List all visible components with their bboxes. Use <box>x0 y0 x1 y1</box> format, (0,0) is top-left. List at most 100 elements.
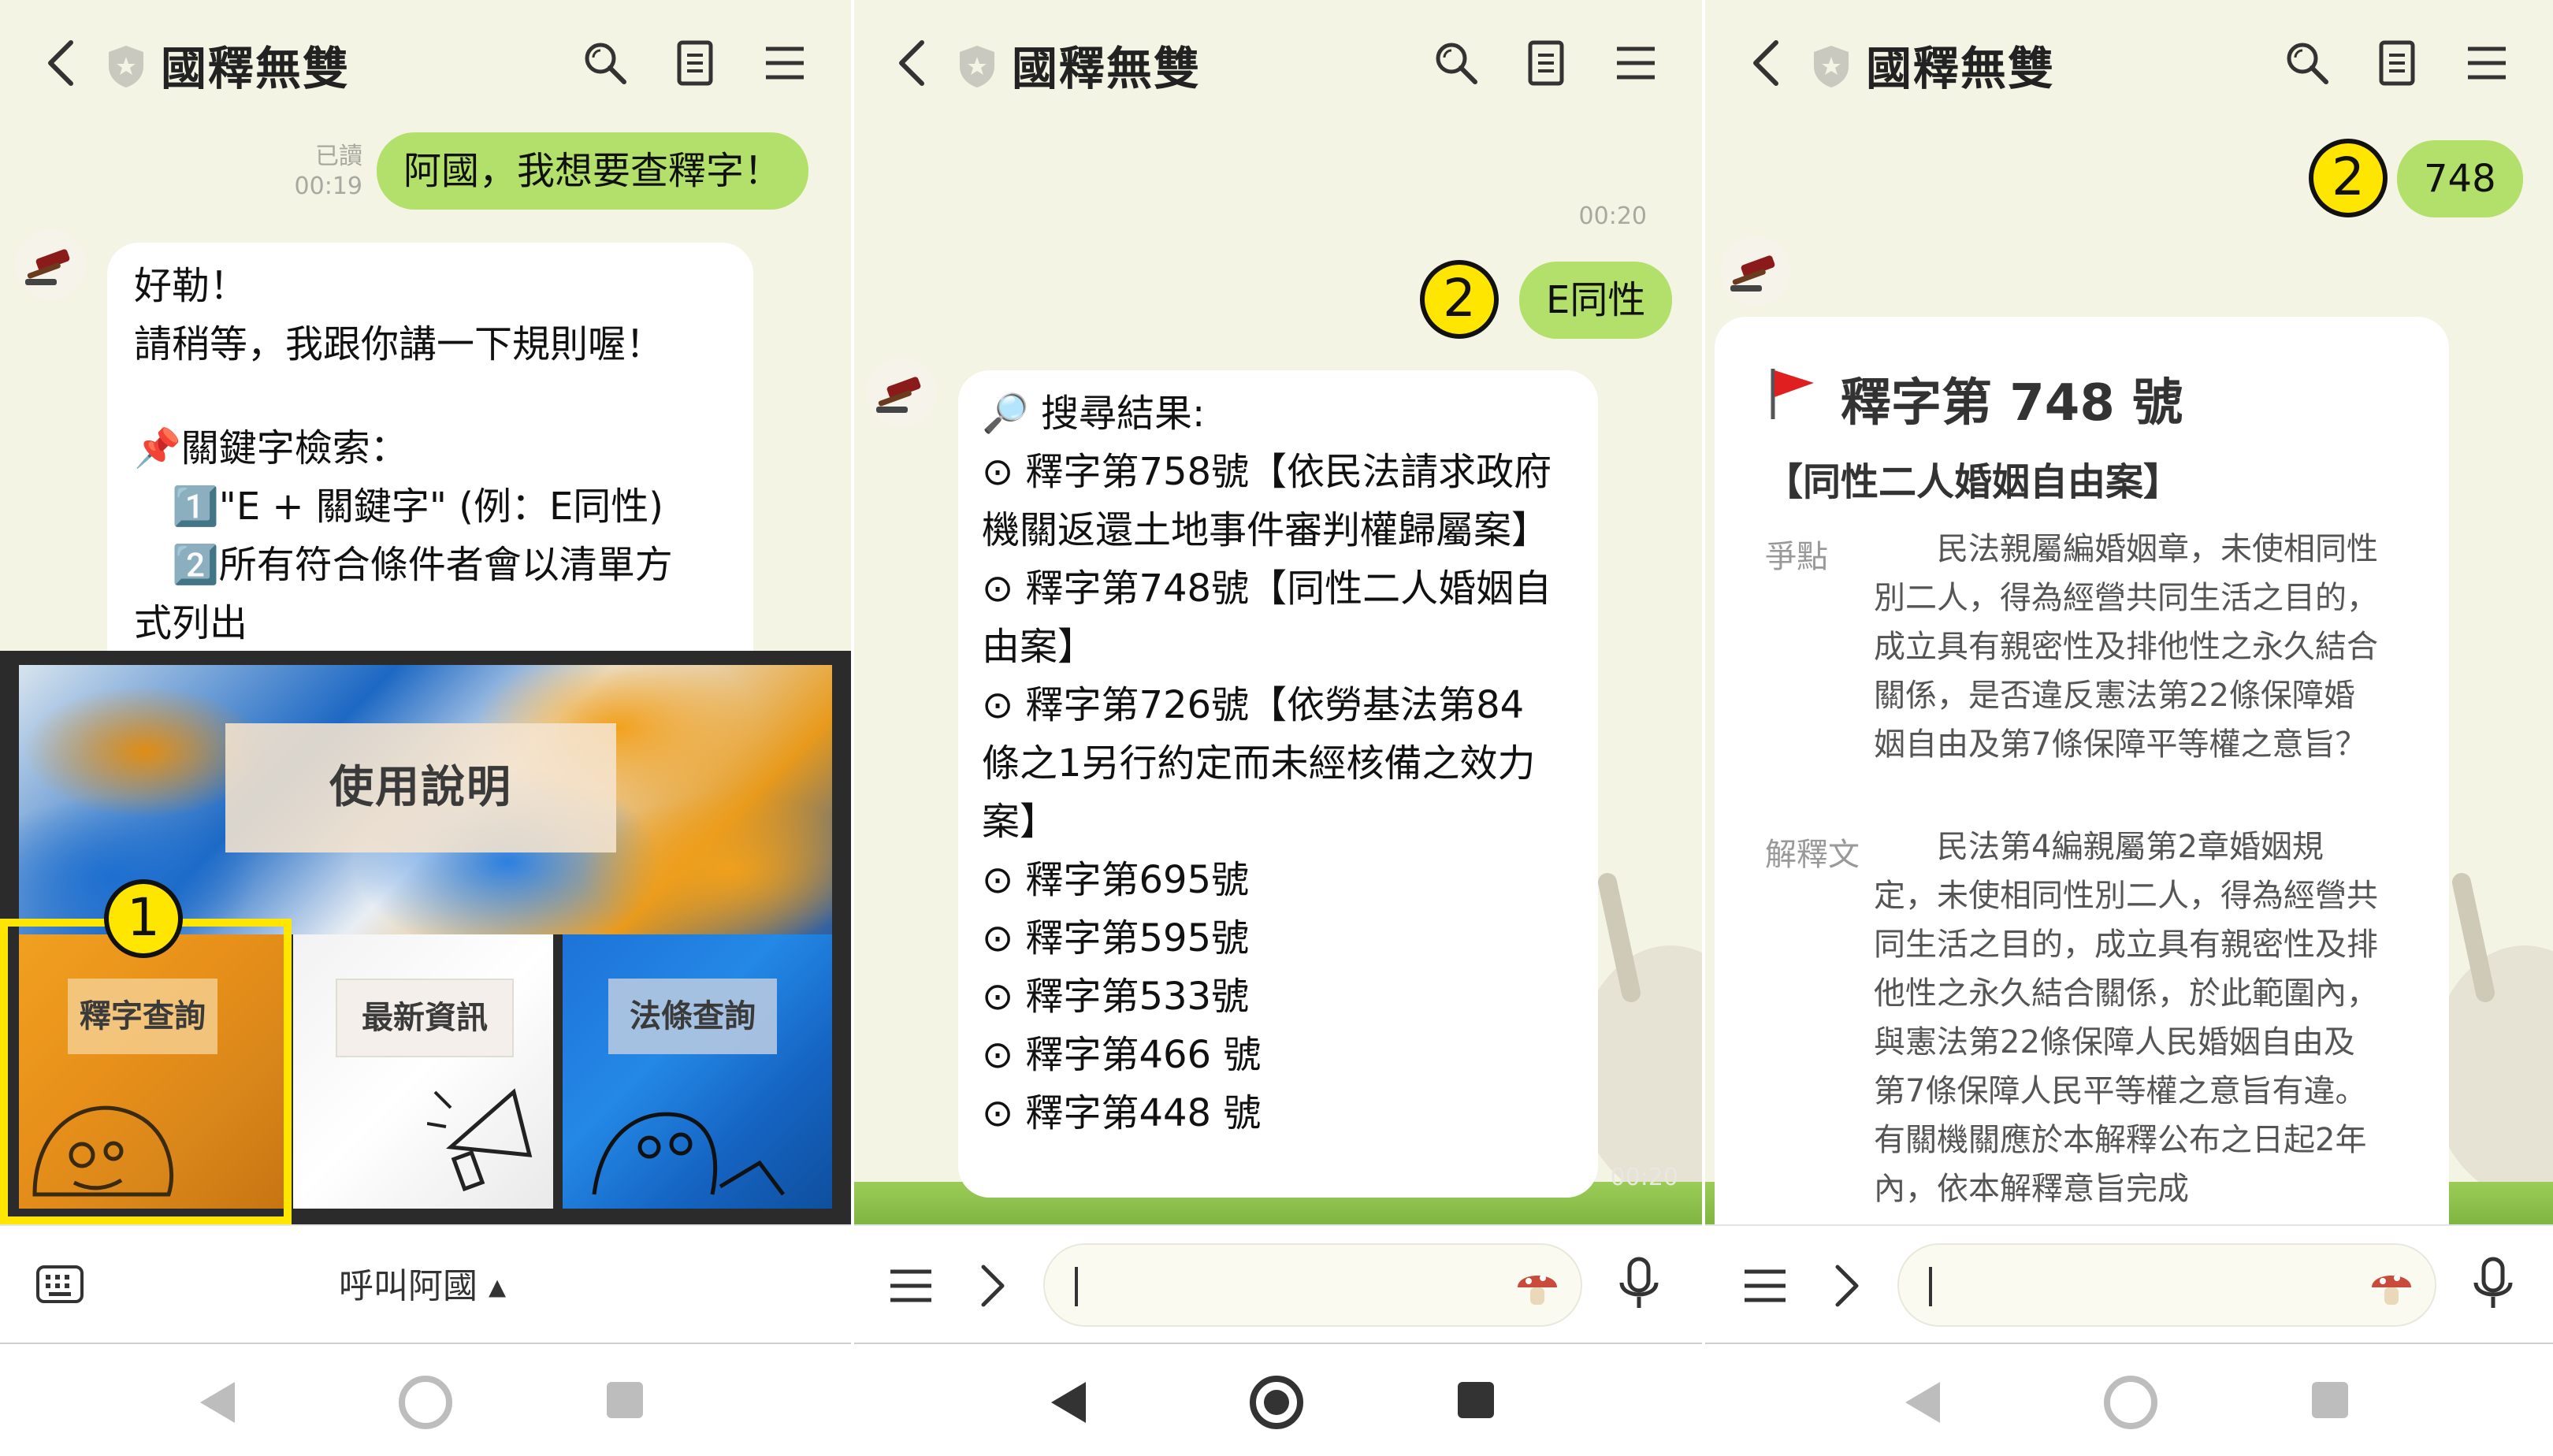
android-nav-bar <box>0 1343 851 1456</box>
message-input-bar <box>1705 1224 2553 1343</box>
bot-line: 📌關鍵字檢索： <box>134 426 408 470</box>
bot-line: 1️⃣"E + 關鍵字" (例：E同性) <box>134 485 664 529</box>
chat-header: 國釋無雙 <box>0 0 851 126</box>
android-nav-bar <box>1705 1343 2553 1456</box>
bot-line: 2️⃣所有符合條件者會以清單方 <box>134 543 673 587</box>
result-line: 機關返還土地事件審判權歸屬案】 <box>982 508 1550 552</box>
bot-avatar[interactable] <box>16 230 85 299</box>
interpretation-card[interactable]: 釋字第 748 號 【同性二人婚姻自由案】 爭點 民法親屬編婚姻章，未使相同性別… <box>1715 317 2449 1262</box>
mic-icon[interactable] <box>2468 1256 2518 1313</box>
result-line[interactable]: ⊙ 釋字第726號【依勞基法第84 <box>982 676 1574 734</box>
holding-label: 解釋文 <box>1765 837 1860 873</box>
result-line[interactable]: ⊙ 釋字第695號 <box>982 851 1574 909</box>
bot-avatar[interactable] <box>867 358 936 427</box>
user-message-bubble[interactable]: 748 <box>2397 140 2523 217</box>
rich-menu-cell-law[interactable]: 法條查詢 <box>563 934 832 1209</box>
shield-icon <box>1814 46 1849 87</box>
message-input[interactable] <box>1897 1243 2436 1327</box>
message-input[interactable] <box>1043 1243 1582 1327</box>
card-title: 釋字第 748 號 <box>1841 374 2183 433</box>
chat-title: 國釋無雙 <box>1866 42 2056 95</box>
bot-avatar[interactable] <box>1721 236 1790 306</box>
nav-back-icon[interactable] <box>1051 1382 1086 1423</box>
bot-line: 好勒！ <box>134 264 248 308</box>
result-line[interactable]: ⊙ 釋字第595號 <box>982 909 1574 968</box>
message-time: 00:20 <box>1578 202 1647 230</box>
search-icon[interactable] <box>580 38 630 88</box>
nav-back-icon[interactable] <box>200 1382 235 1423</box>
highlight-frame <box>0 919 292 1224</box>
keyboard-icon[interactable] <box>35 1259 85 1309</box>
panel-3: 國釋無雙 2 748 釋字第 748 號 【同性二人婚姻自由案】 爭點 民法親屬… <box>1705 0 2553 1456</box>
mushroom-icon[interactable] <box>1513 1264 1562 1309</box>
bot-message-bubble[interactable]: 好勒！ 請稍等，我跟你講一下規則喔！ 📌關鍵字檢索： 1️⃣"E + 關鍵字" … <box>107 243 753 684</box>
issue-text: 民法親屬編婚姻章，未使相同性別二人，得為經營共同生活之目的，成立具有親密性及排他… <box>1874 531 2378 763</box>
menu-icon[interactable] <box>760 38 810 88</box>
read-receipt: 已讀 00:19 <box>294 143 362 200</box>
chat-header: 國釋無雙 <box>1705 0 2553 126</box>
hamburger-icon[interactable] <box>886 1261 936 1311</box>
step-badge-2: 2 <box>2309 139 2388 217</box>
back-icon[interactable] <box>38 35 85 91</box>
user-message-bubble[interactable]: E同性 <box>1519 262 1673 339</box>
shield-icon <box>109 46 143 87</box>
bot-line: 式列出 <box>134 601 248 645</box>
nav-back-icon[interactable] <box>1905 1382 1940 1423</box>
result-line[interactable]: ⊙ 釋字第448 號 <box>982 1084 1574 1142</box>
chat-title: 國釋無雙 <box>161 42 351 95</box>
search-icon[interactable] <box>2282 38 2332 88</box>
chat-title: 國釋無雙 <box>1012 42 1202 95</box>
result-line[interactable]: ⊙ 釋字第758號【依民法請求政府 <box>982 443 1574 501</box>
result-line: 由案】 <box>982 625 1096 669</box>
hamburger-icon[interactable] <box>1740 1261 1790 1311</box>
search-icon[interactable] <box>1431 38 1481 88</box>
text-caret <box>1929 1267 1932 1306</box>
chat-header: 國釋無雙 <box>851 0 1702 126</box>
text-caret <box>1075 1267 1078 1306</box>
holding-text: 民法第4編親屬第2章婚姻規定，未使相同性別二人，得為經營共同生活之目的，成立具有… <box>1874 829 2378 1207</box>
shield-icon <box>960 46 994 87</box>
menu-icon[interactable] <box>2462 38 2512 88</box>
back-icon[interactable] <box>1743 35 1790 91</box>
mushroom-icon[interactable] <box>2367 1264 2416 1309</box>
law-search-button[interactable]: 法條查詢 <box>608 979 777 1054</box>
nav-recent-icon[interactable] <box>2312 1382 2348 1418</box>
note-icon[interactable] <box>670 38 720 88</box>
bot-line <box>134 373 727 419</box>
menu-icon[interactable] <box>1611 38 1661 88</box>
bottom-menu-bar: 呼叫阿國 ▴ <box>0 1224 851 1343</box>
flag-icon <box>1771 369 1814 419</box>
back-icon[interactable] <box>889 35 936 91</box>
results-header: 🔎 搜尋結果: <box>982 392 1206 436</box>
result-line[interactable]: ⊙ 釋字第533號 <box>982 968 1574 1026</box>
faded-time: 00:20 <box>1610 1164 1678 1191</box>
user-message-bubble[interactable]: 阿國，我想要查釋字！ <box>377 132 809 210</box>
nav-home-icon[interactable] <box>399 1376 452 1429</box>
panel-1: 國釋無雙 已讀 00:19 阿國，我想要查釋字！ 好勒！ 請稍等，我跟你講一下規… <box>0 0 851 1456</box>
android-nav-bar <box>851 1343 1702 1456</box>
chevron-right-icon[interactable] <box>1828 1261 1866 1311</box>
nav-home-icon[interactable] <box>1250 1376 1303 1429</box>
step-badge-1: 1 <box>104 879 183 958</box>
rich-menu-cell-news[interactable]: 最新資訊 <box>293 934 553 1209</box>
megaphone-icon <box>427 1088 533 1192</box>
nav-home-icon[interactable] <box>2104 1376 2157 1429</box>
bot-line: 請稍等，我跟你講一下規則喔！ <box>134 322 664 366</box>
message-input-bar <box>851 1224 1702 1343</box>
nav-recent-icon[interactable] <box>607 1382 643 1418</box>
result-line[interactable]: ⊙ 釋字第466 號 <box>982 1026 1574 1084</box>
nav-recent-icon[interactable] <box>1458 1382 1494 1418</box>
note-icon[interactable] <box>1521 38 1571 88</box>
latest-news-button[interactable]: 最新資訊 <box>336 979 514 1057</box>
result-line: 條之1另行約定而未經核備之效力 <box>982 741 1536 786</box>
search-results-bubble[interactable]: 🔎 搜尋結果: ⊙ 釋字第758號【依民法請求政府 機關返還土地事件審判權歸屬案… <box>958 370 1598 1198</box>
panel-separator <box>1702 0 1705 1456</box>
chevron-right-icon[interactable] <box>974 1261 1012 1311</box>
result-line[interactable]: ⊙ 釋字第748號【同性二人婚姻自 <box>982 559 1574 618</box>
note-icon[interactable] <box>2372 38 2422 88</box>
call-menu-toggle[interactable]: 呼叫阿國 ▴ <box>339 1257 506 1308</box>
panel-separator <box>851 0 854 1456</box>
usage-guide-button[interactable]: 使用說明 <box>225 723 616 852</box>
mic-icon[interactable] <box>1614 1256 1664 1313</box>
panel-2: 國釋無雙 00:20 2 E同性 00:20 🔎 搜尋結果: ⊙ 釋字第758號… <box>851 0 1702 1456</box>
